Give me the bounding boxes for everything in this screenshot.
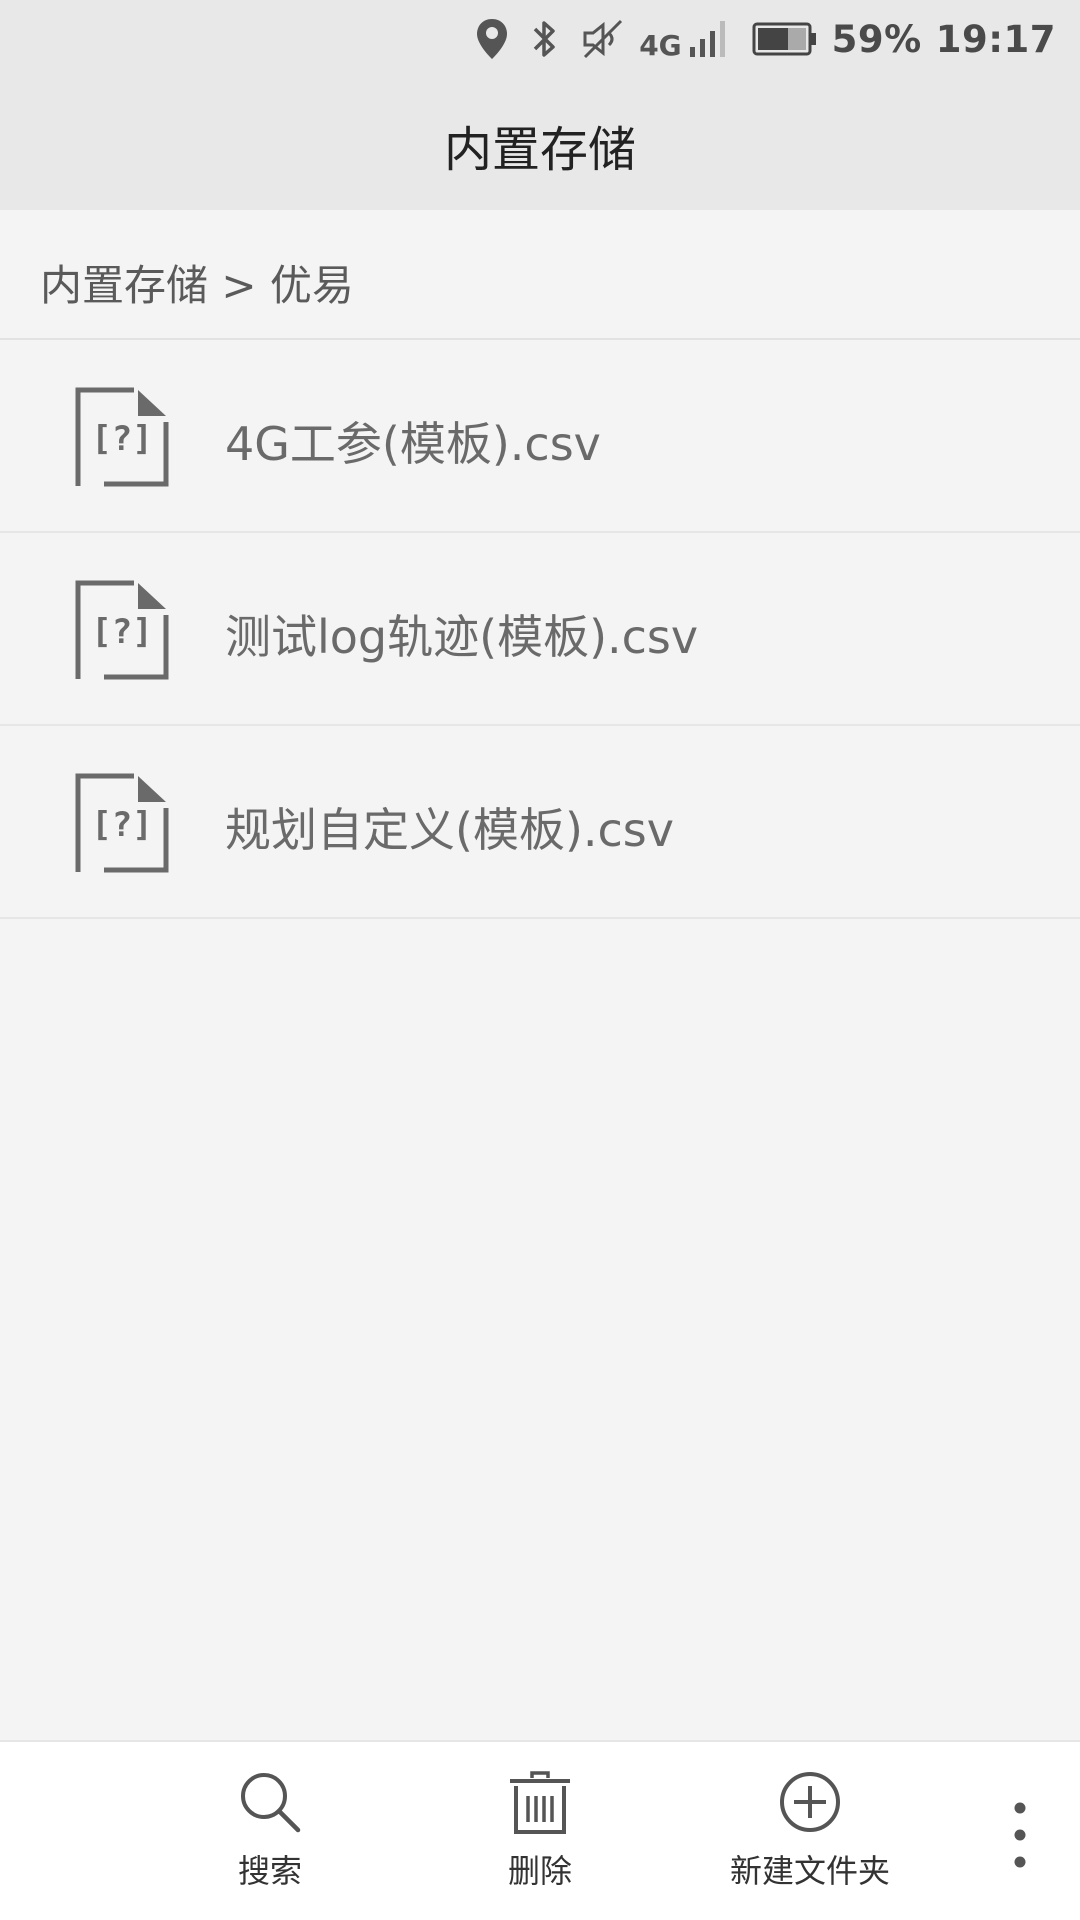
location-icon [475,17,509,61]
svg-text:[?]: [?] [91,419,152,459]
search-button[interactable]: 搜索 [170,1770,370,1892]
breadcrumb[interactable]: 内置存储 > 优易 [0,210,1080,340]
file-row[interactable]: [?] 测试log轨迹(模板).csv [0,533,1080,726]
file-row[interactable]: [?] 4G工参(模板).csv [0,340,1080,533]
file-name: 测试log轨迹(模板).csv [225,610,699,664]
muted-icon [581,17,625,61]
bottom-toolbar: 搜索 删除 新建文件夹 [0,1740,1080,1920]
status-icons: 4G 59% 19:17 [453,8,1056,70]
unknown-file-icon: [?] [74,772,170,874]
network-label: 4G [639,28,682,62]
signal-icon: 4G [639,17,729,62]
clock: 19:17 [935,17,1056,61]
search-label: 搜索 [237,1852,302,1890]
file-name: 规划自定义(模板).csv [225,803,674,857]
trash-icon [440,1770,640,1838]
battery-percent: 59% [831,17,922,61]
page-title: 内置存储 [443,122,636,178]
svg-text:[?]: [?] [91,805,152,845]
add-circle-icon [710,1770,910,1838]
file-list: [?] 4G工参(模板).csv [?] 测试log轨迹(模板).csv [?]… [0,340,1080,919]
file-name: 4G工参(模板).csv [225,417,601,471]
search-icon [170,1770,370,1838]
top-bar: 4G 59% 19:17 内置存储 [0,0,1080,210]
unknown-file-icon: [?] [74,579,170,681]
screen: 4G 59% 19:17 内置存储 内置存储 > 优易 [?] 4G工参(模板)… [0,0,1080,1920]
bluetooth-icon [531,17,559,61]
status-bar: 4G 59% 19:17 [0,0,1080,78]
battery-icon [752,21,818,57]
delete-button[interactable]: 删除 [440,1770,640,1892]
new-folder-button[interactable]: 新建文件夹 [710,1770,910,1892]
svg-text:[?]: [?] [91,612,152,652]
more-vertical-icon [1000,1802,1040,1874]
delete-label: 删除 [507,1852,572,1890]
file-row[interactable]: [?] 规划自定义(模板).csv [0,726,1080,919]
new-folder-label: 新建文件夹 [729,1852,890,1890]
more-options-button[interactable] [1000,1800,1040,1870]
unknown-file-icon: [?] [74,386,170,488]
breadcrumb-path[interactable]: 内置存储 > 优易 [40,252,354,313]
